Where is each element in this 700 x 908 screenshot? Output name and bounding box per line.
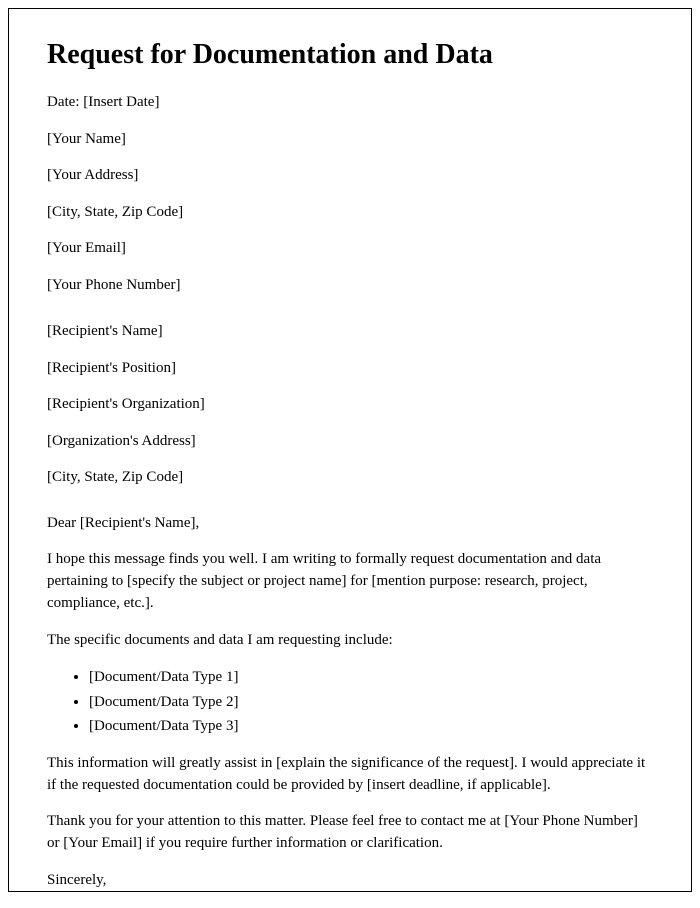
request-list: [Document/Data Type 1] [Document/Data Ty… xyxy=(89,666,653,738)
list-item: [Document/Data Type 2] xyxy=(89,691,653,714)
recipient-citystatezip: [City, State, Zip Code] xyxy=(47,466,653,489)
sender-email: [Your Email] xyxy=(47,237,653,260)
sender-name: [Your Name] xyxy=(47,128,653,151)
recipient-name: [Recipient's Name] xyxy=(47,320,653,343)
recipient-organization: [Recipient's Organization] xyxy=(47,393,653,416)
recipient-address: [Organization's Address] xyxy=(47,430,653,453)
closing: Sincerely, xyxy=(47,870,653,892)
sender-phone: [Your Phone Number] xyxy=(47,274,653,297)
date-line: Date: [Insert Date] xyxy=(47,91,653,114)
list-item: [Document/Data Type 1] xyxy=(89,666,653,689)
recipient-block: [Recipient's Name] [Recipient's Position… xyxy=(47,320,653,489)
document-page: Request for Documentation and Data Date:… xyxy=(8,8,692,892)
sender-citystatezip: [City, State, Zip Code] xyxy=(47,201,653,224)
body-para-1: I hope this message finds you well. I am… xyxy=(47,549,653,614)
body-para-2: This information will greatly assist in … xyxy=(47,753,653,797)
list-item: [Document/Data Type 3] xyxy=(89,715,653,738)
document-title: Request for Documentation and Data xyxy=(47,39,653,71)
recipient-position: [Recipient's Position] xyxy=(47,357,653,380)
sender-address: [Your Address] xyxy=(47,164,653,187)
sender-block: Date: [Insert Date] [Your Name] [Your Ad… xyxy=(47,91,653,296)
body-para-3: Thank you for your attention to this mat… xyxy=(47,811,653,855)
letter-body: Dear [Recipient's Name], I hope this mes… xyxy=(47,513,653,892)
salutation: Dear [Recipient's Name], xyxy=(47,513,653,535)
list-intro: The specific documents and data I am req… xyxy=(47,630,653,652)
